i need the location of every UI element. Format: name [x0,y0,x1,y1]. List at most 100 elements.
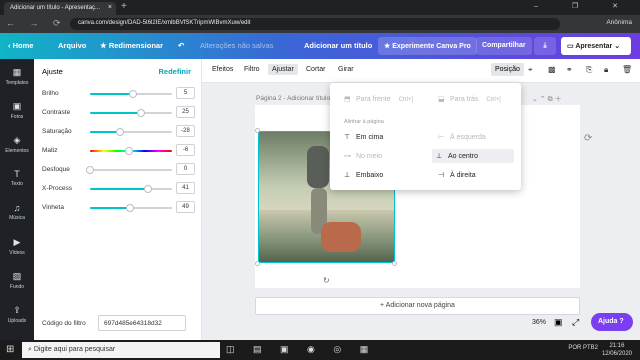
slider-handle[interactable] [137,109,146,117]
page-count-icon[interactable]: ▣ [554,317,563,328]
file-menu[interactable]: Arquivo [58,41,86,50]
align-middle-icon: ⊶ [344,153,351,160]
url-field[interactable]: canva.com/design/DAD-5t6l2IE/xmlbBVfSKTr… [70,18,560,30]
elements-icon: ◈ [13,135,21,145]
copy-style-icon[interactable]: ⎘ [586,65,592,75]
align-left-item[interactable]: ⊢ À esquerda [438,133,486,141]
backward-item[interactable]: ⬓ Para trás Ctrl+[ [438,95,501,103]
browser-tab[interactable]: Adicionar um título - Apresentaç... × [4,2,116,15]
slider-row: Desfoque 0 [42,163,198,175]
backward-label: Para trás [450,96,479,103]
save-status: Alterações não salvas [200,41,274,50]
slider-track[interactable] [90,109,172,117]
position-button[interactable]: Posição [491,63,524,76]
photo-figure [307,146,329,188]
align-center-item[interactable]: ⊥ Ao centro [432,149,514,163]
resize-handle[interactable] [255,261,260,266]
slider-handle[interactable] [115,128,124,136]
help-button[interactable]: Ajuda ? [591,313,633,331]
slider-value-input[interactable]: 0 [176,163,195,175]
slider-track[interactable] [90,90,172,98]
windows-start-icon[interactable]: ⊞ [6,344,14,355]
slider-handle[interactable] [86,166,94,174]
lock-icon[interactable]: 🔒︎ [604,65,608,75]
new-tab-icon[interactable]: + [121,1,127,12]
design-title[interactable]: Adicionar um título [304,41,372,50]
effects-button[interactable]: Efeitos [212,66,233,73]
slider-fill [90,207,131,209]
zoom-level[interactable]: 36% [532,319,546,326]
slider-value-input[interactable]: 25 [176,106,195,118]
reset-button[interactable]: Redefinir [158,67,191,76]
slider-handle[interactable] [126,204,135,212]
slider-track[interactable] [86,166,172,174]
photo-figure [321,222,361,252]
transparency-icon[interactable]: ▩ [548,65,556,74]
rail-item-videos[interactable]: ▶ Vídeos [0,237,34,256]
close-tab-icon[interactable]: × [108,4,112,11]
rail-item-elements[interactable]: ◈ Elementos [0,135,34,154]
trash-icon[interactable]: 🗑︎ [622,65,632,74]
rail-item-music[interactable]: ♫ Música [0,203,34,221]
tray-lang[interactable]: POR PTB2 [568,345,598,351]
slider-value-input[interactable]: -28 [176,125,195,137]
rail-item-text[interactable]: T Texto [0,169,34,187]
slider-fill [90,188,148,190]
rail-item-background[interactable]: ▨ Fundo [0,271,34,290]
slider-handle[interactable] [129,90,138,98]
nav-buttons-icon[interactable]: ← → ⟳ [6,18,67,29]
profile-button[interactable]: Anônima [606,19,632,26]
align-middle-item[interactable]: ⊶ No meio [344,152,382,160]
align-bottom-item[interactable]: ⊥ Embaixo [344,171,383,179]
align-right-item[interactable]: ⊣ À direita [438,171,476,179]
present-button[interactable]: ▭ Apresentar ⌄ [561,37,631,55]
fullscreen-icon[interactable]: ⤢ [572,317,579,328]
align-top-item[interactable]: ⊤ Em cima [344,133,383,141]
taskbar-clock[interactable]: 21:16 12/06/2020 [602,342,632,358]
image-toolbar: Efeitos Filtro Ajustar Cortar Girar Posi… [202,59,640,83]
add-page-button[interactable]: + Adicionar nova página [255,297,580,315]
paint-format-icon[interactable]: ⌖ [528,65,533,75]
resize-handle[interactable] [392,261,397,266]
flip-button[interactable]: Girar [338,66,354,73]
adjust-button[interactable]: Ajustar [268,64,298,75]
slider-value-input[interactable]: 49 [176,201,195,213]
resize-handle[interactable] [255,128,260,133]
resize-button[interactable]: ★ Redimensionar [100,41,163,50]
slider-value-input[interactable]: 41 [176,182,195,194]
filter-code-input[interactable]: 697d485e64318d32 [98,315,186,331]
slider-track[interactable] [90,128,172,136]
forward-item[interactable]: ⬒ Para frente Ctrl+] [344,95,413,103]
align-bottom-icon: ⊥ [344,172,351,179]
undo-icon[interactable]: ↶ [178,41,184,50]
taskbar-apps-icon[interactable]: ◫ ▤ ▣ ◉ ◎ ▦ [226,344,376,355]
share-button[interactable]: Compartilhar [476,37,532,55]
page-controls-icon[interactable]: ⌄ ⌃ ⧉ ＋ [532,94,562,104]
slider-value-input[interactable]: 5 [176,87,195,99]
slider-track[interactable] [90,204,172,212]
slider-handle[interactable] [124,147,133,155]
refresh-icon[interactable]: ⟳ [584,133,592,144]
home-button[interactable]: ‹ Home [8,41,33,50]
slider-label: Brilho [42,90,59,97]
rail-label: Fotos [10,114,24,120]
rail-item-templates[interactable]: ▦ Templates [0,67,34,86]
slider-track[interactable] [90,185,172,193]
try-pro-button[interactable]: ★ Experimente Canva Pro [378,37,477,55]
rail-item-photos[interactable]: ▣ Fotos [0,101,34,120]
crop-button[interactable]: Cortar [306,66,325,73]
slider-value-input[interactable]: -6 [176,144,195,156]
rail-item-uploads[interactable]: ⇪ Uploads [0,305,34,324]
position-dropdown: ⬒ Para frente Ctrl+] ⬓ Para trás Ctrl+[ Alin… [330,83,521,190]
download-icon[interactable]: ⤓ [534,37,556,55]
align-right-label: À direita [450,172,476,179]
slider-handle[interactable] [143,185,152,193]
backward-shortcut: Ctrl+[ [486,97,501,103]
filter-button[interactable]: Filtro [244,66,260,73]
window-controls[interactable]: – ❐ ✕ [534,2,634,10]
slider-track[interactable] [90,147,172,155]
link-icon[interactable]: ⚭ [566,65,573,74]
slider-row: Vinheta 49 [42,201,198,213]
taskbar-search[interactable]: ⌕ Digite aqui para pesquisar [22,342,220,358]
rotate-icon[interactable]: ↻ [323,276,330,285]
